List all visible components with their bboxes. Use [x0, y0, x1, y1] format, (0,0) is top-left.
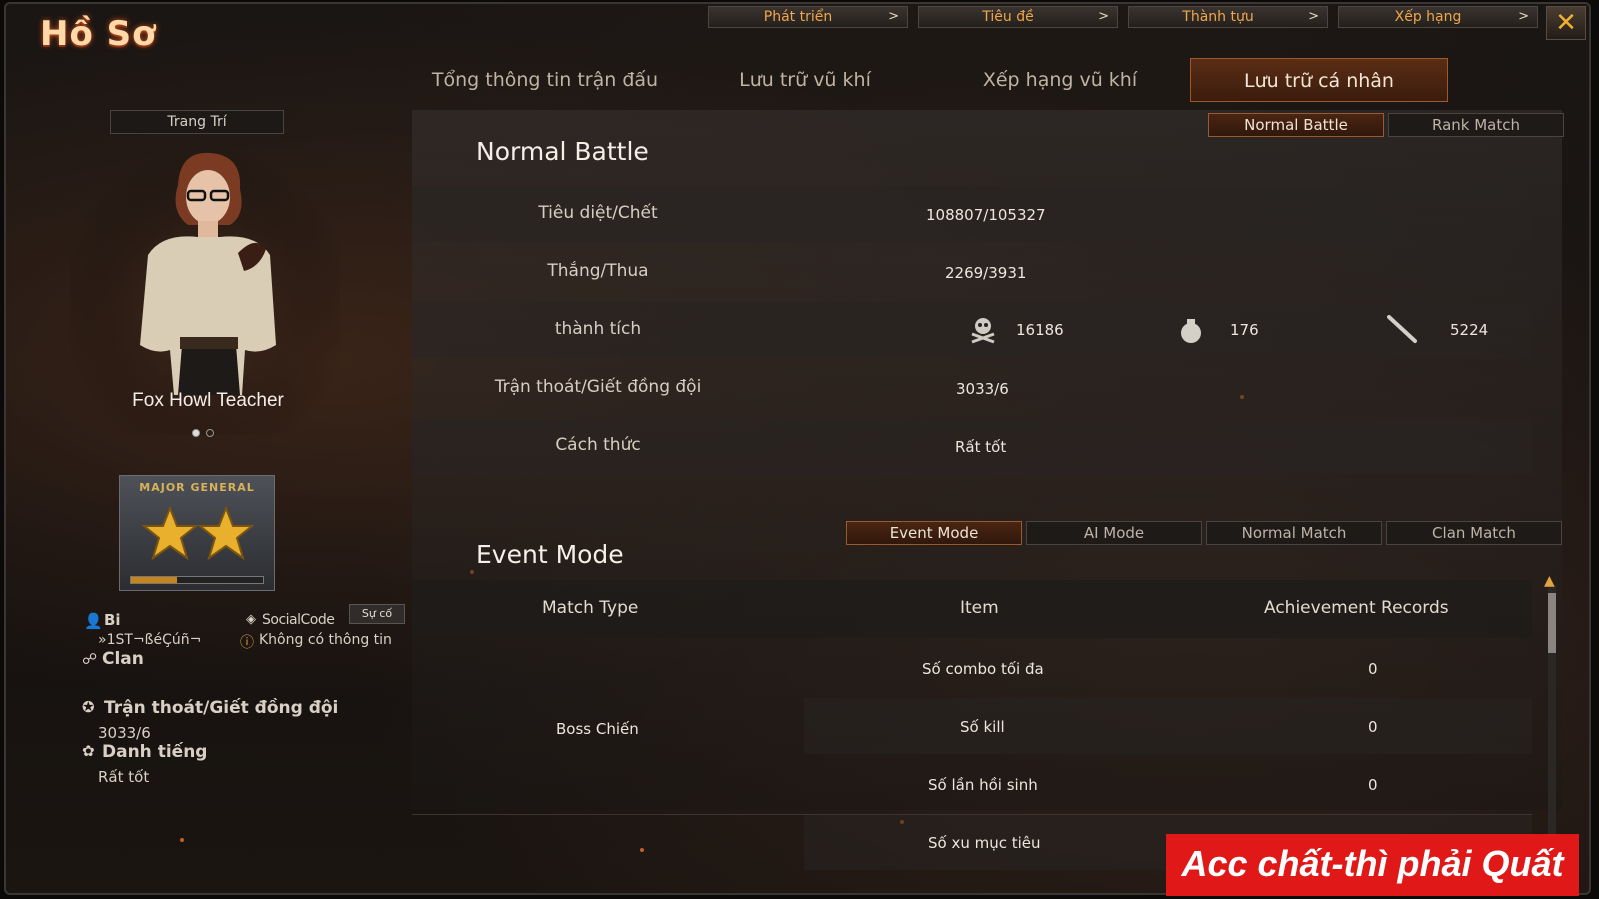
- item-cell: Số kill: [960, 718, 1005, 736]
- carousel-dot-active[interactable]: [192, 429, 200, 437]
- column-header-item: Item: [960, 598, 999, 618]
- decorate-button[interactable]: Trang Trí: [110, 110, 284, 134]
- grenade-kill-count: 176: [1230, 321, 1259, 339]
- incident-button[interactable]: Sự cố: [349, 604, 405, 624]
- kills-deaths-value: 108807/105327: [926, 206, 1046, 224]
- tab-ai-mode[interactable]: AI Mode: [1026, 521, 1202, 545]
- reputation-value: Rất tốt: [98, 768, 150, 786]
- clan-icon: ☍: [82, 650, 98, 668]
- laurel-icon: ✿: [82, 742, 95, 760]
- nav-achievement-button[interactable]: Thành tựu >: [1128, 6, 1328, 28]
- close-button[interactable]: ✕: [1546, 6, 1586, 40]
- tab-match-overview[interactable]: Tổng thông tin trận đấu: [410, 58, 680, 102]
- carousel-dot[interactable]: [206, 429, 214, 437]
- nav-title-button[interactable]: Tiêu đề >: [918, 6, 1118, 28]
- scrollbar-thumb[interactable]: [1548, 593, 1556, 653]
- manner-value: Rất tốt: [955, 438, 1007, 456]
- character-name: Fox Howl Teacher: [132, 390, 284, 411]
- chevron-right-icon: >: [1098, 9, 1109, 24]
- event-mode-title: Event Mode: [476, 540, 624, 569]
- item-cell: Số combo tối đa: [922, 660, 1044, 678]
- nav-label: Phát triển: [763, 9, 833, 25]
- column-header-achievement: Achievement Records: [1264, 598, 1449, 618]
- item-cell: Số lần hồi sinh: [928, 776, 1038, 794]
- social-code-label: SocialCode: [262, 612, 335, 628]
- tab-personal-storage[interactable]: Lưu trữ cá nhân: [1190, 58, 1448, 102]
- nav-label: Xếp hạng: [1394, 9, 1462, 25]
- ember-spark: [640, 848, 644, 852]
- achievement-label: thành tích: [554, 319, 642, 339]
- chevron-right-icon: >: [1308, 9, 1319, 24]
- tab-event-mode[interactable]: Event Mode: [846, 521, 1022, 545]
- item-cell: Số xu mục tiêu: [928, 834, 1041, 852]
- clan-label: Clan: [102, 649, 144, 669]
- skull-icon: [971, 318, 995, 344]
- record-cell: 0: [1368, 776, 1378, 794]
- rank-badge: MAJOR GENERAL: [119, 475, 275, 591]
- knife-kill-count: 5224: [1450, 321, 1489, 339]
- carousel-dots[interactable]: [192, 422, 220, 441]
- nav-label: Thành tựu: [1182, 9, 1254, 25]
- page-title: Hồ Sơ: [40, 14, 157, 54]
- escape-teamkill-label: Trận thoát/Giết đồng đội: [494, 377, 702, 397]
- promo-banner: Acc chất-thì phải Quất: [1166, 834, 1579, 896]
- headshot-count: 16186: [1016, 321, 1064, 339]
- wins-losses-label: Thắng/Thua: [547, 261, 649, 281]
- ember-spark: [180, 838, 184, 842]
- rank-progress-fill: [131, 577, 178, 583]
- player-name: »1ST¬ßéÇúñ¬: [98, 632, 202, 648]
- match-type-cell: Boss Chiến: [556, 720, 639, 738]
- tab-clan-match[interactable]: Clan Match: [1386, 521, 1562, 545]
- tab-weapon-ranking[interactable]: Xếp hạng vũ khí: [950, 58, 1170, 102]
- record-cell: 0: [1368, 718, 1378, 736]
- column-header-match-type: Match Type: [542, 598, 639, 618]
- record-cell: 0: [1368, 660, 1378, 678]
- normal-battle-title: Normal Battle: [476, 137, 649, 166]
- knife-icon: [1387, 315, 1417, 343]
- escape-value: 3033/6: [98, 724, 151, 742]
- rank-progress-bar: [130, 576, 264, 584]
- nav-ranking-button[interactable]: Xếp hạng >: [1338, 6, 1538, 28]
- rank-title: MAJOR GENERAL: [139, 481, 255, 494]
- chevron-right-icon: >: [888, 9, 899, 24]
- reputation-label: Danh tiếng: [102, 742, 208, 762]
- close-icon: ✕: [1555, 8, 1577, 38]
- escape-teamkill-value: 3033/6: [956, 380, 1009, 398]
- user-icon: 👤: [84, 612, 103, 630]
- wins-losses-value: 2269/3931: [945, 264, 1027, 282]
- chevron-up-icon[interactable]: ▲: [1544, 573, 1555, 589]
- tab-normal-match[interactable]: Normal Match: [1206, 521, 1382, 545]
- runner-icon: ✪: [82, 698, 95, 716]
- manner-label: Cách thức: [555, 435, 641, 455]
- tab-rank-match[interactable]: Rank Match: [1388, 113, 1564, 137]
- help-icon: ⓘ: [240, 635, 254, 651]
- grenade-icon: [1181, 319, 1201, 343]
- divider: [412, 814, 1532, 815]
- tab-weapon-storage[interactable]: Lưu trữ vũ khí: [700, 58, 910, 102]
- kills-deaths-label: Tiêu diệt/Chết: [538, 203, 658, 223]
- star-icon: [142, 506, 254, 561]
- nav-development-button[interactable]: Phát triển >: [708, 6, 908, 28]
- escape-label: Trận thoát/Giết đồng đội: [104, 698, 339, 718]
- no-info-text: Không có thông tin: [259, 632, 392, 648]
- table-row-alt: [804, 698, 1532, 754]
- tag-icon: ◈: [246, 612, 256, 627]
- nav-label: Tiêu đề: [982, 9, 1034, 25]
- player-label: Bi: [104, 611, 121, 629]
- tab-normal-battle[interactable]: Normal Battle: [1208, 113, 1384, 137]
- chevron-right-icon: >: [1518, 9, 1529, 24]
